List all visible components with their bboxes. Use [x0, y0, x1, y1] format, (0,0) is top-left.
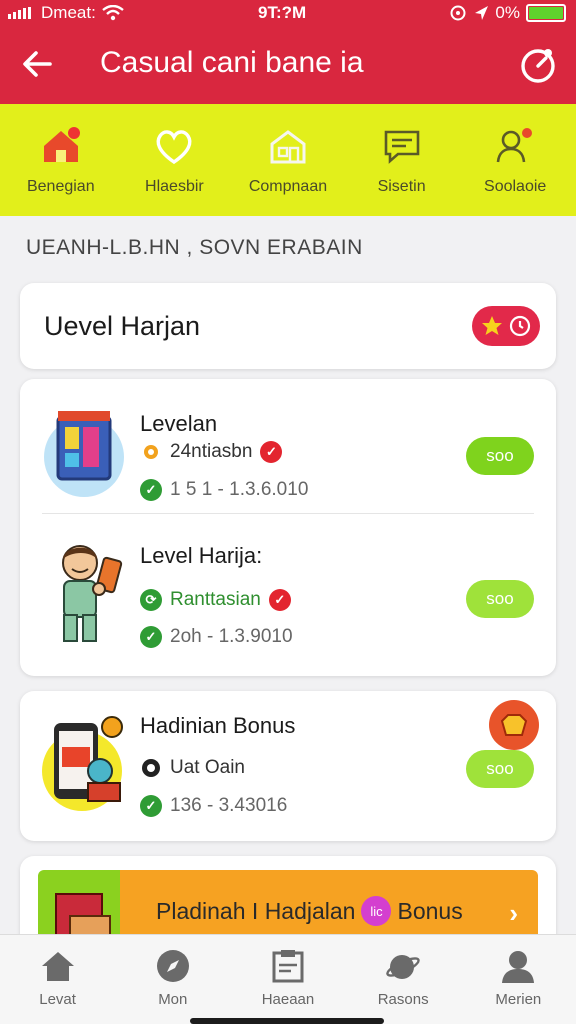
chevron-right-icon[interactable]: ›	[509, 898, 518, 929]
game-box-icon	[44, 411, 124, 497]
nav-item-0[interactable]: Levat	[3, 935, 113, 1024]
bottom-nav: Levat Mon Haeaan Rasons Merien	[0, 934, 576, 1024]
compass-icon	[156, 950, 189, 982]
gear-icon	[144, 445, 158, 459]
check-icon: ✓	[140, 626, 162, 648]
item-title: Level Harija:	[140, 543, 263, 568]
battery-percent: 0%	[495, 3, 520, 22]
bonus-date: ✓ 136 - 3.43016	[140, 795, 287, 817]
claim-button[interactable]: soo	[466, 437, 534, 475]
item-date: ✓ 2oh - 1.3.9010	[140, 626, 293, 648]
timer-button[interactable]	[518, 44, 558, 84]
category-label: Hlaesbir	[145, 178, 204, 195]
category-1[interactable]: Hlaesbir	[119, 104, 229, 216]
person-icon	[496, 128, 533, 163]
stopwatch-icon	[521, 49, 555, 83]
battery-icon	[526, 4, 566, 22]
category-label: Soolaoie	[484, 178, 547, 195]
section-title: UEANH-L.B.HN , SOVN ERABAIN	[26, 236, 363, 259]
wifi-icon	[102, 5, 124, 21]
house-icon	[43, 127, 80, 162]
category-label: Compnaan	[248, 178, 328, 195]
bonus-card[interactable]: Hadinian Bonus Uat Oain ✓ 136 - 3.43016 …	[20, 691, 556, 841]
divider	[42, 513, 534, 514]
date-text: 136 - 3.43016	[170, 795, 288, 816]
date-text: 1 5 1 - 1.3.6.010	[170, 479, 309, 500]
nav-label: Merien	[495, 991, 542, 1008]
nav-item-2[interactable]: Haeaan	[233, 935, 343, 1024]
building-icon	[270, 130, 306, 164]
nav-item-1[interactable]: Mon	[118, 935, 228, 1024]
category-4[interactable]: Soolaoie	[460, 104, 570, 216]
phone-icon	[42, 716, 123, 811]
promo-text: Pladinah I Hadjalan lic Bonus	[156, 896, 463, 926]
subtitle-text: Uat Oain	[170, 757, 245, 778]
subtitle-text: Ranttasian	[170, 589, 261, 610]
nav-label: Haeaan	[261, 991, 315, 1008]
promo-badge: lic	[361, 896, 392, 926]
category-label: Benegian	[26, 178, 95, 195]
clock-icon	[509, 315, 531, 337]
nav-item-3[interactable]: Rasons	[348, 935, 458, 1024]
item-subtitle: ⟳ Ranttasian ✓	[140, 589, 291, 611]
date-text: 2oh - 1.3.9010	[170, 626, 293, 647]
chat-icon	[384, 130, 419, 164]
reward-badge-icon[interactable]	[488, 699, 540, 751]
claim-button[interactable]: soo	[466, 750, 534, 788]
nav-item-4[interactable]: Merien	[463, 935, 573, 1024]
promo-label: Pladinah I Hadjalan	[156, 897, 356, 924]
category-2[interactable]: Compnaan	[233, 104, 343, 216]
page-title: Casual cani bane ia	[100, 46, 364, 79]
level-badge[interactable]	[472, 306, 540, 346]
refresh-icon: ⟳	[140, 589, 162, 611]
item-title: Levelan	[140, 411, 218, 436]
list-item[interactable]: Levelan 24ntiasbn ✓ ✓ 1 5 1 - 1.3.6.010 …	[20, 395, 556, 513]
status-bar: Dmeat: 9T:?M 0%	[0, 0, 576, 26]
category-label: Sisetin	[377, 178, 426, 195]
home-icon	[41, 952, 74, 981]
category-3[interactable]: Sisetin	[347, 104, 457, 216]
signal-icon	[8, 7, 31, 19]
heart-icon	[156, 130, 192, 165]
nav-label: Levat	[39, 991, 76, 1008]
app-header: Casual cani bane ia	[0, 26, 576, 104]
clock: 9T:?M	[258, 3, 307, 22]
claim-button[interactable]: soo	[466, 580, 534, 618]
user-icon	[502, 951, 535, 983]
category-0[interactable]: Benegian	[6, 104, 116, 216]
level-list-card: Levelan 24ntiasbn ✓ ✓ 1 5 1 - 1.3.6.010 …	[20, 379, 556, 676]
bonus-title: Hadinian Bonus	[140, 713, 296, 738]
item-subtitle: 24ntiasbn ✓	[140, 441, 283, 463]
star-icon	[482, 316, 502, 335]
category-bar: Benegian Hlaesbir Compnaan Sisetin Soola…	[0, 104, 576, 216]
clipboard-icon	[272, 950, 304, 983]
check-icon: ✓	[140, 795, 162, 817]
location-icon	[450, 5, 466, 21]
character-icon	[62, 545, 123, 642]
list-item[interactable]: Level Harija: ⟳ Ranttasian ✓ ✓ 2oh - 1.3…	[20, 529, 556, 659]
back-button[interactable]	[18, 44, 58, 84]
check-icon: ✓	[140, 479, 162, 501]
nav-label: Rasons	[377, 991, 429, 1008]
verified-icon: ✓	[268, 589, 291, 611]
nav-label: Mon	[158, 991, 188, 1008]
carrier-name: Dmeat:	[41, 3, 96, 22]
battery-fill	[529, 7, 563, 19]
arrow-left-icon	[23, 51, 52, 77]
home-indicator[interactable]	[190, 1018, 384, 1024]
verified-icon: ✓	[260, 441, 283, 463]
bonus-subtitle: Uat Oain	[140, 757, 245, 779]
promo-suffix: Bonus	[397, 897, 463, 924]
planet-icon	[386, 955, 420, 979]
subtitle-text: 24ntiasbn	[170, 441, 253, 462]
navigation-arrow-icon	[475, 6, 489, 20]
level-title: Uevel Harjan	[44, 311, 201, 341]
level-card[interactable]: Uevel Harjan	[20, 283, 556, 369]
item-date: ✓ 1 5 1 - 1.3.6.010	[140, 479, 308, 501]
compass-icon	[142, 759, 160, 777]
